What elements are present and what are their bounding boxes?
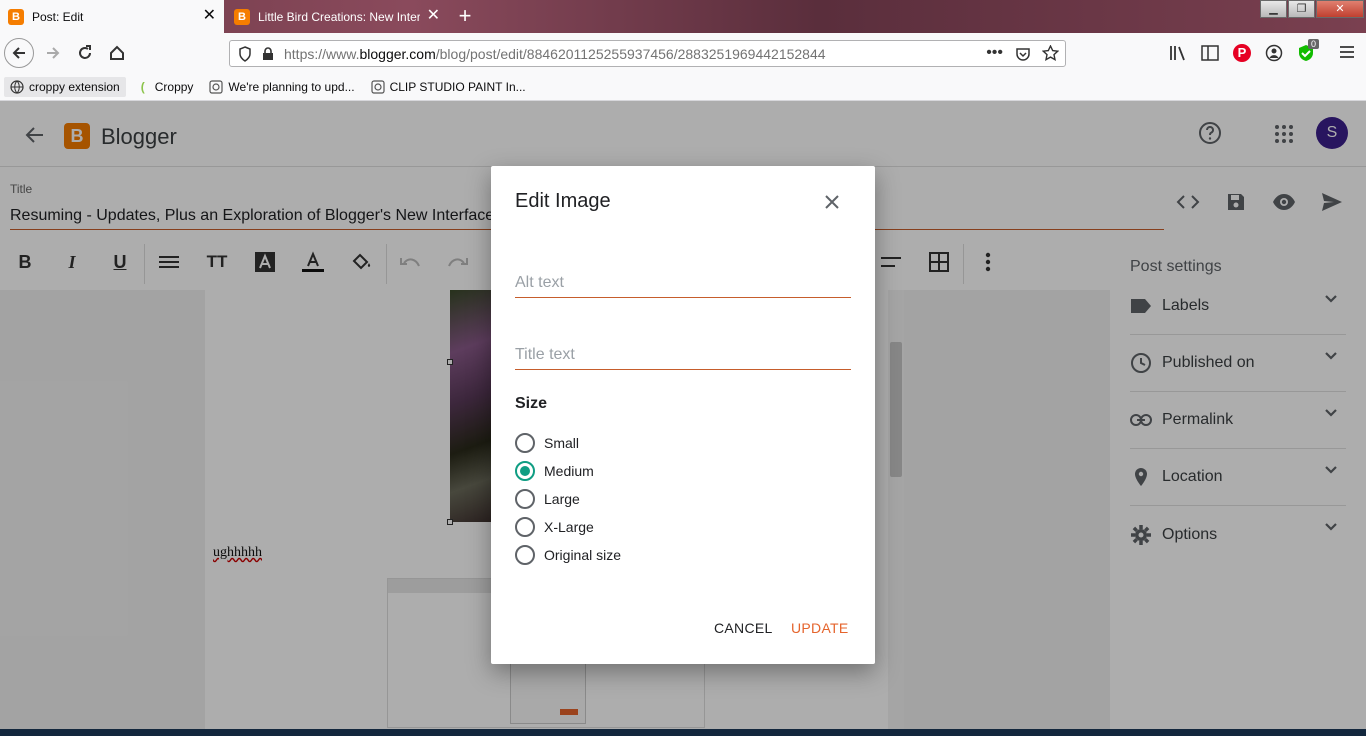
minimize-button[interactable]: ▁ — [1260, 0, 1287, 18]
edit-image-dialog — [491, 166, 875, 664]
croppy-icon: ( — [140, 79, 145, 94]
tab-post-edit[interactable]: B Post: Edit ✕ — [0, 0, 224, 33]
size-option-x-large[interactable]: X-Large — [515, 516, 594, 538]
radio-button[interactable] — [515, 517, 535, 537]
close-tab-icon[interactable]: ✕ — [203, 8, 216, 24]
radio-button-selected[interactable] — [515, 461, 535, 481]
arrow-left-icon — [12, 47, 25, 59]
title-text-input[interactable] — [515, 340, 851, 370]
clip-studio-icon — [370, 79, 385, 94]
bookmark-croppy-extension[interactable]: croppy extension — [4, 76, 126, 97]
size-option-small[interactable]: Small — [515, 432, 579, 454]
tab-little-bird[interactable]: B Little Bird Creations: New Interf ✕ — [226, 0, 448, 33]
library-icon[interactable] — [1169, 45, 1187, 61]
new-tab-button[interactable]: + — [452, 4, 478, 30]
close-icon[interactable] — [820, 190, 844, 214]
hamburger-menu-icon[interactable] — [1339, 45, 1355, 59]
forward-button[interactable] — [38, 38, 68, 68]
radio-button[interactable] — [515, 545, 535, 565]
back-button[interactable] — [4, 38, 34, 68]
radio-button[interactable] — [515, 433, 535, 453]
home-icon — [110, 45, 124, 60]
url-text: https://www.blogger.com/blog/post/edit/8… — [284, 45, 826, 62]
maximize-button[interactable]: ❐ — [1288, 0, 1315, 18]
close-tab-icon[interactable]: ✕ — [427, 8, 440, 24]
size-option-medium[interactable]: Medium — [515, 460, 594, 482]
bookmarks-bar: croppy extension ( Croppy We're planning… — [0, 73, 1366, 101]
more-actions-icon[interactable]: ••• — [986, 44, 1003, 62]
reload-icon — [79, 45, 91, 59]
size-heading: Size — [515, 395, 548, 412]
arrow-right-icon — [47, 47, 60, 59]
lock-icon — [262, 46, 274, 61]
radio-button[interactable] — [515, 489, 535, 509]
account-icon[interactable] — [1265, 44, 1283, 62]
pinterest-icon[interactable]: P — [1233, 44, 1251, 62]
shield-icon — [238, 45, 252, 62]
sidebar-toggle-icon[interactable] — [1201, 45, 1219, 61]
globe-icon — [10, 79, 24, 94]
size-option-large[interactable]: Large — [515, 488, 580, 510]
tab-title: Little Bird Creations: New Interf — [258, 9, 420, 24]
bookmark-star-icon[interactable] — [1042, 45, 1059, 62]
clip-studio-icon — [209, 79, 224, 94]
home-button[interactable] — [102, 38, 132, 68]
pocket-icon[interactable] — [1015, 46, 1031, 62]
extension-badge: 0 — [1308, 39, 1320, 49]
alt-text-input[interactable] — [515, 268, 851, 298]
blogger-icon: B — [8, 8, 24, 25]
bookmark-croppy[interactable]: ( Croppy — [130, 77, 200, 97]
dialog-title: Edit Image — [515, 190, 611, 212]
cancel-button[interactable]: CANCEL — [714, 620, 773, 636]
close-window-button[interactable]: ✕ — [1316, 0, 1364, 18]
bookmark-clip-studio-paint[interactable]: CLIP STUDIO PAINT In... — [365, 77, 532, 97]
update-button[interactable]: UPDATE — [791, 620, 849, 636]
bookmark-clip-studio-update[interactable]: We're planning to upd... — [203, 77, 360, 97]
size-option-original[interactable]: Original size — [515, 544, 621, 566]
tab-title: Post: Edit — [32, 9, 84, 24]
url-bar[interactable]: https://www.blogger.com/blog/post/edit/8… — [229, 40, 1066, 67]
blogger-icon: B — [234, 8, 250, 25]
reload-button[interactable] — [70, 38, 100, 68]
